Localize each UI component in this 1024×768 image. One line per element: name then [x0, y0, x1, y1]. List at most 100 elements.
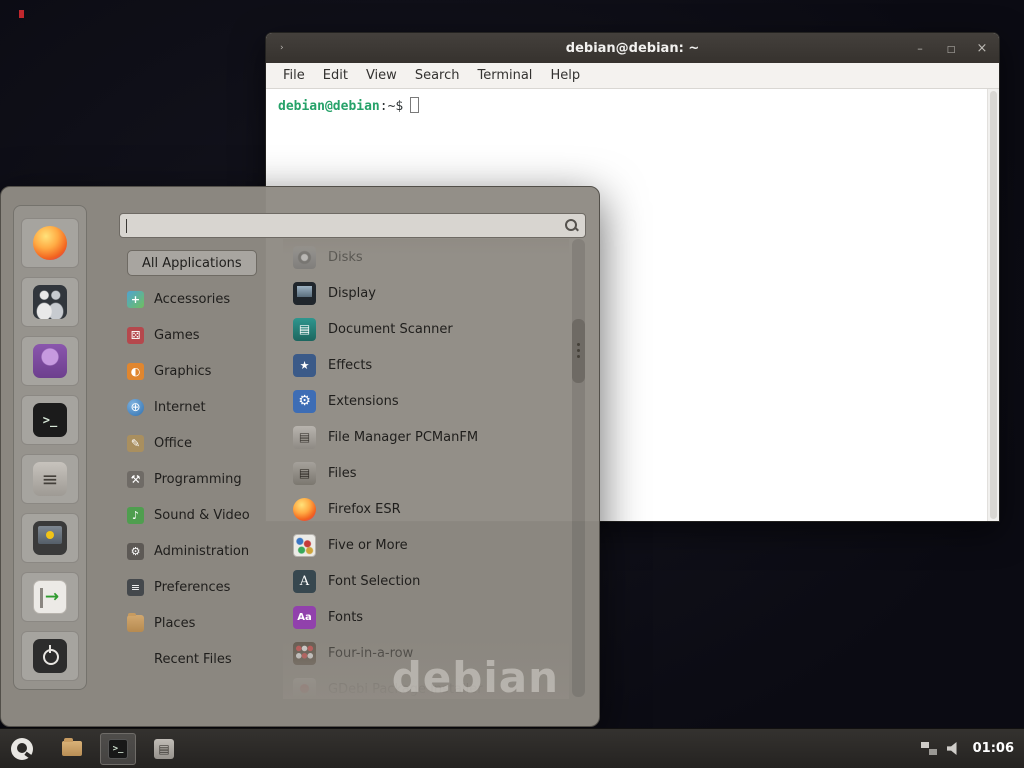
- search-input[interactable]: [127, 214, 560, 237]
- file-manager-icon: [293, 426, 316, 449]
- favorite-pidgin-button[interactable]: [21, 336, 79, 386]
- category-recent-files[interactable]: Recent Files: [121, 641, 279, 677]
- app-label: Four-in-a-row: [328, 646, 413, 661]
- files-icon: [293, 462, 316, 485]
- pidgin-icon: [33, 344, 67, 378]
- category-label: Office: [154, 436, 192, 451]
- app-label: Fonts: [328, 610, 363, 625]
- debian-logo-icon: [11, 738, 33, 760]
- search-box: [119, 213, 586, 238]
- effects-icon: [293, 354, 316, 377]
- search-icon: [564, 218, 579, 233]
- menu-edit[interactable]: Edit: [314, 63, 357, 89]
- window-title: debian@debian: ~: [266, 41, 999, 56]
- office-icon: [127, 435, 144, 452]
- category-sound-video[interactable]: Sound & Video: [121, 497, 279, 533]
- favorite-terminal-button[interactable]: [21, 395, 79, 445]
- app-five-or-more[interactable]: Five or More: [285, 527, 569, 563]
- category-programming[interactable]: Programming: [121, 461, 279, 497]
- terminal-cursor: [410, 97, 419, 113]
- category-label: Internet: [154, 400, 206, 415]
- apps-scrollbar[interactable]: [572, 239, 585, 697]
- disks-icon: [293, 246, 316, 269]
- category-games[interactable]: Games: [121, 317, 279, 353]
- app-document-scanner[interactable]: Document Scanner: [285, 311, 569, 347]
- clock[interactable]: 01:06: [973, 741, 1014, 756]
- category-graphics[interactable]: Graphics: [121, 353, 279, 389]
- menu-help[interactable]: Help: [541, 63, 589, 89]
- games-icon: [127, 327, 144, 344]
- volume-icon[interactable]: [947, 742, 963, 756]
- categories-list: All Applications Accessories Games Graph…: [121, 245, 279, 677]
- desktop: › debian@debian: ~ File Edit View Search…: [0, 0, 1024, 768]
- category-accessories[interactable]: Accessories: [121, 281, 279, 317]
- terminal-scrollbar[interactable]: [987, 89, 999, 521]
- taskbar: 01:06: [0, 728, 1024, 768]
- sound-video-icon: [127, 507, 144, 524]
- app-disks[interactable]: Disks: [285, 239, 569, 275]
- category-administration[interactable]: Administration: [121, 533, 279, 569]
- category-internet[interactable]: Internet: [121, 389, 279, 425]
- programming-icon: [127, 471, 144, 488]
- app-label: Document Scanner: [328, 322, 453, 337]
- category-label: Places: [154, 616, 195, 631]
- app-firefox-esr[interactable]: Firefox ESR: [285, 491, 569, 527]
- app-file-manager-pcmanfm[interactable]: File Manager PCManFM: [285, 419, 569, 455]
- terminal-scrollbar-thumb[interactable]: [990, 91, 997, 519]
- minimize-button[interactable]: [913, 42, 927, 55]
- taskbar-files-button[interactable]: [146, 733, 182, 765]
- document-scanner-icon: [293, 318, 316, 341]
- category-preferences[interactable]: Preferences: [121, 569, 279, 605]
- favorite-contacts-button[interactable]: [21, 277, 79, 327]
- accessories-icon: [127, 291, 144, 308]
- lock-screen-button[interactable]: [21, 513, 79, 563]
- category-label: Sound & Video: [154, 508, 250, 523]
- favorite-archive-manager-button[interactable]: [21, 454, 79, 504]
- menu-view[interactable]: View: [357, 63, 406, 89]
- menu-search[interactable]: Search: [406, 63, 469, 89]
- app-four-in-a-row[interactable]: Four-in-a-row: [285, 635, 569, 671]
- category-all-applications[interactable]: All Applications: [121, 245, 279, 281]
- logout-button[interactable]: [21, 572, 79, 622]
- taskbar-terminal-button[interactable]: [100, 733, 136, 765]
- firefox-icon: [293, 498, 316, 521]
- terminal-titlebar[interactable]: › debian@debian: ~: [266, 33, 999, 63]
- favorite-firefox-button[interactable]: [21, 218, 79, 268]
- app-label: Effects: [328, 358, 372, 373]
- app-display[interactable]: Display: [285, 275, 569, 311]
- category-label: Preferences: [154, 580, 230, 595]
- network-icon[interactable]: [921, 742, 937, 755]
- category-label: Recent Files: [154, 652, 232, 667]
- applications-list: Disks Display Document Scanner Effects E…: [285, 239, 569, 699]
- taskbar-file-manager-button[interactable]: [54, 733, 90, 765]
- prompt-user: debian@debian: [278, 99, 380, 114]
- terminal-icon: [108, 739, 128, 759]
- app-label: Firefox ESR: [328, 502, 401, 517]
- app-gdebi-package-installer[interactable]: GDebi Package Installer: [285, 671, 569, 699]
- category-places[interactable]: Places: [121, 605, 279, 641]
- lock-screen-icon: [33, 521, 67, 555]
- maximize-button[interactable]: [944, 42, 958, 55]
- menu-file[interactable]: File: [274, 63, 314, 89]
- app-extensions[interactable]: Extensions: [285, 383, 569, 419]
- menu-button[interactable]: [0, 729, 44, 768]
- empty-icon: [127, 651, 144, 668]
- app-label: Disks: [328, 250, 363, 265]
- logout-icon: [33, 580, 67, 614]
- app-effects[interactable]: Effects: [285, 347, 569, 383]
- prompt-path: :~$: [380, 99, 403, 114]
- preferences-icon: [127, 579, 144, 596]
- applications-menu: All Applications Accessories Games Graph…: [0, 186, 600, 727]
- five-or-more-icon: [293, 534, 316, 557]
- menu-terminal[interactable]: Terminal: [468, 63, 541, 89]
- shutdown-button[interactable]: [21, 631, 79, 681]
- archive-manager-icon: [33, 462, 67, 496]
- graphics-icon: [127, 363, 144, 380]
- four-in-a-row-icon: [293, 642, 316, 665]
- app-fonts[interactable]: Fonts: [285, 599, 569, 635]
- app-font-selection[interactable]: Font Selection: [285, 563, 569, 599]
- apps-scrollbar-thumb[interactable]: [572, 319, 585, 383]
- close-button[interactable]: [975, 41, 989, 56]
- category-office[interactable]: Office: [121, 425, 279, 461]
- app-files[interactable]: Files: [285, 455, 569, 491]
